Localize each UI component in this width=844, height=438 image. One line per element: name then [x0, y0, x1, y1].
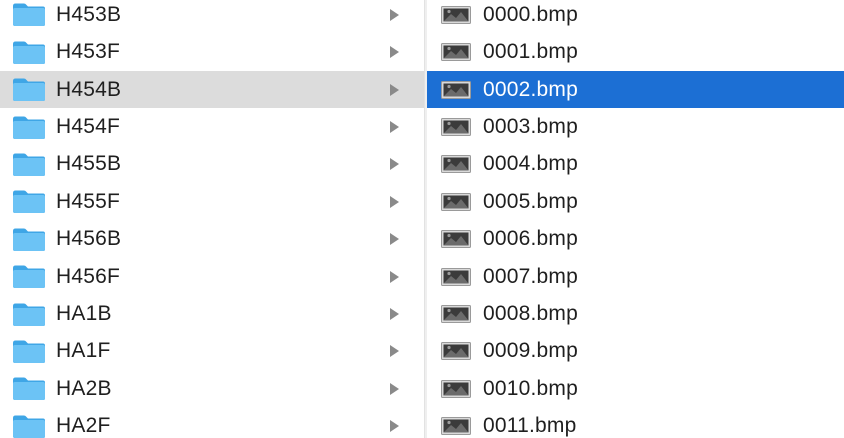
folder-row[interactable]: H454F — [0, 109, 424, 146]
file-row[interactable]: 0001.bmp — [427, 34, 844, 71]
folder-icon — [12, 227, 46, 252]
disclosure-triangle-icon[interactable] — [390, 46, 399, 59]
file-name: 0000.bmp — [483, 2, 579, 26]
folder-row[interactable]: HA1B — [0, 296, 424, 333]
folder-name: H453F — [56, 40, 121, 64]
file-name: 0009.bmp — [483, 339, 579, 363]
image-file-icon — [441, 155, 471, 174]
file-name: 0007.bmp — [483, 264, 579, 288]
folder-name: H456B — [56, 227, 122, 251]
file-row[interactable]: 0002.bmp — [427, 71, 844, 109]
disclosure-triangle-icon[interactable] — [390, 158, 399, 171]
file-row[interactable]: 0010.bmp — [427, 370, 844, 407]
file-name: 0011.bmp — [483, 414, 577, 438]
folder-row[interactable]: HA2B — [0, 370, 424, 407]
folder-name: H455B — [56, 152, 122, 176]
disclosure-triangle-icon[interactable] — [390, 233, 399, 246]
folder-row[interactable]: HA1F — [0, 333, 424, 370]
folder-name: HA2F — [56, 414, 111, 438]
file-name: 0006.bmp — [483, 227, 579, 251]
folder-row[interactable]: H454B — [0, 71, 424, 109]
folder-row[interactable]: H456F — [0, 258, 424, 295]
file-row[interactable]: 0008.bmp — [427, 296, 844, 333]
folder-row[interactable]: H453F — [0, 34, 424, 71]
file-row[interactable]: 0003.bmp — [427, 109, 844, 146]
image-file-icon — [441, 379, 471, 398]
file-name: 0005.bmp — [483, 189, 579, 213]
image-file-icon — [441, 5, 471, 24]
image-file-icon — [441, 267, 471, 286]
image-file-icon — [441, 80, 471, 99]
column-browser: H453B H453F H454B H454F H455B H455F H456… — [0, 0, 844, 438]
folder-icon — [12, 189, 46, 214]
disclosure-triangle-icon[interactable] — [390, 121, 399, 133]
file-row[interactable]: 0009.bmp — [427, 333, 844, 370]
disclosure-triangle-icon[interactable] — [390, 345, 399, 358]
file-name: 0001.bmp — [483, 40, 579, 64]
folder-name: HA2B — [56, 376, 112, 400]
disclosure-triangle-icon[interactable] — [390, 420, 399, 433]
folder-icon — [12, 40, 46, 65]
folder-name: H454F — [56, 115, 121, 138]
image-file-icon — [441, 305, 471, 323]
folder-name: H456F — [56, 264, 121, 288]
folder-row[interactable]: H453B — [0, 0, 424, 33]
file-name: 0002.bmp — [483, 77, 579, 101]
image-file-icon — [441, 417, 471, 436]
disclosure-triangle-icon[interactable] — [390, 382, 399, 395]
folder-name: H454B — [56, 77, 122, 101]
file-row[interactable]: 0000.bmp — [427, 0, 844, 33]
folder-row[interactable]: H456B — [0, 221, 424, 258]
file-row[interactable]: 0011.bmp — [427, 408, 844, 438]
file-name: 0010.bmp — [483, 376, 579, 400]
file-name: 0004.bmp — [483, 152, 579, 176]
disclosure-triangle-icon[interactable] — [390, 195, 399, 208]
image-file-icon — [441, 43, 471, 62]
file-row[interactable]: 0005.bmp — [427, 183, 844, 220]
image-file-icon — [441, 118, 471, 136]
file-name: 0008.bmp — [483, 302, 579, 325]
folder-icon — [12, 376, 46, 401]
folder-name: H453B — [56, 2, 122, 26]
file-row[interactable]: 0006.bmp — [427, 221, 844, 258]
file-row[interactable]: 0007.bmp — [427, 258, 844, 295]
file-row[interactable]: 0004.bmp — [427, 146, 844, 183]
folder-row[interactable]: H455F — [0, 183, 424, 220]
folder-icon — [12, 115, 46, 140]
folder-icon — [12, 2, 46, 27]
folder-row[interactable]: HA2F — [0, 408, 424, 438]
folder-icon — [12, 77, 46, 102]
folder-name: H455F — [56, 189, 121, 213]
disclosure-triangle-icon[interactable] — [390, 83, 399, 96]
disclosure-triangle-icon[interactable] — [390, 8, 399, 21]
folder-row[interactable]: H455B — [0, 146, 424, 183]
disclosure-triangle-icon[interactable] — [390, 270, 399, 283]
folder-icon — [12, 339, 46, 364]
image-file-icon — [441, 192, 471, 211]
folder-icon — [12, 414, 46, 438]
image-file-icon — [441, 342, 471, 361]
disclosure-triangle-icon[interactable] — [390, 308, 399, 320]
folder-icon — [12, 152, 46, 177]
file-name: 0003.bmp — [483, 115, 579, 138]
folder-name: HA1F — [56, 339, 111, 363]
folder-icon — [12, 264, 46, 289]
folder-name: HA1B — [56, 302, 112, 325]
folder-icon — [12, 302, 46, 327]
image-file-icon — [441, 230, 471, 249]
